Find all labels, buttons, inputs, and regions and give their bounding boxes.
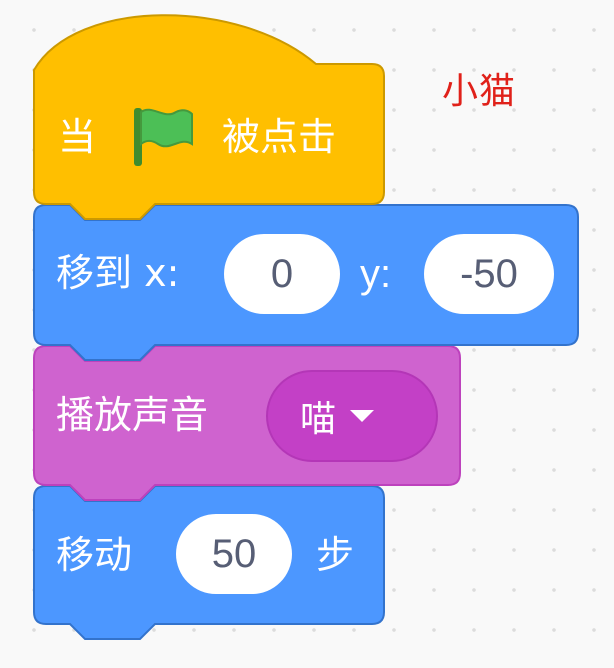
play-sound-label: 播放声音 [56,393,209,437]
x-input[interactable]: 0 [224,234,340,314]
code-workspace[interactable]: 小猫 当 被点击 移到 x: 0 y: -50 播放声音 喵 移动 50 步 [0,0,614,668]
steps-label: 步 [316,533,355,577]
y-input[interactable]: -50 [424,234,554,314]
sprite-name-label: 小猫 [442,71,517,112]
when-label: 当 [58,115,97,159]
goto-label: 移到 x: [56,251,180,295]
dropdown-caret-icon [350,410,375,422]
move-label: 移动 [56,533,133,577]
steps-input[interactable]: 50 [176,514,292,594]
green-flag-icon [134,108,193,166]
y-label: y: [360,252,392,296]
clicked-label: 被点击 [222,115,337,159]
sound-dropdown[interactable]: 喵 [266,370,438,462]
sound-value: 喵 [300,399,337,440]
